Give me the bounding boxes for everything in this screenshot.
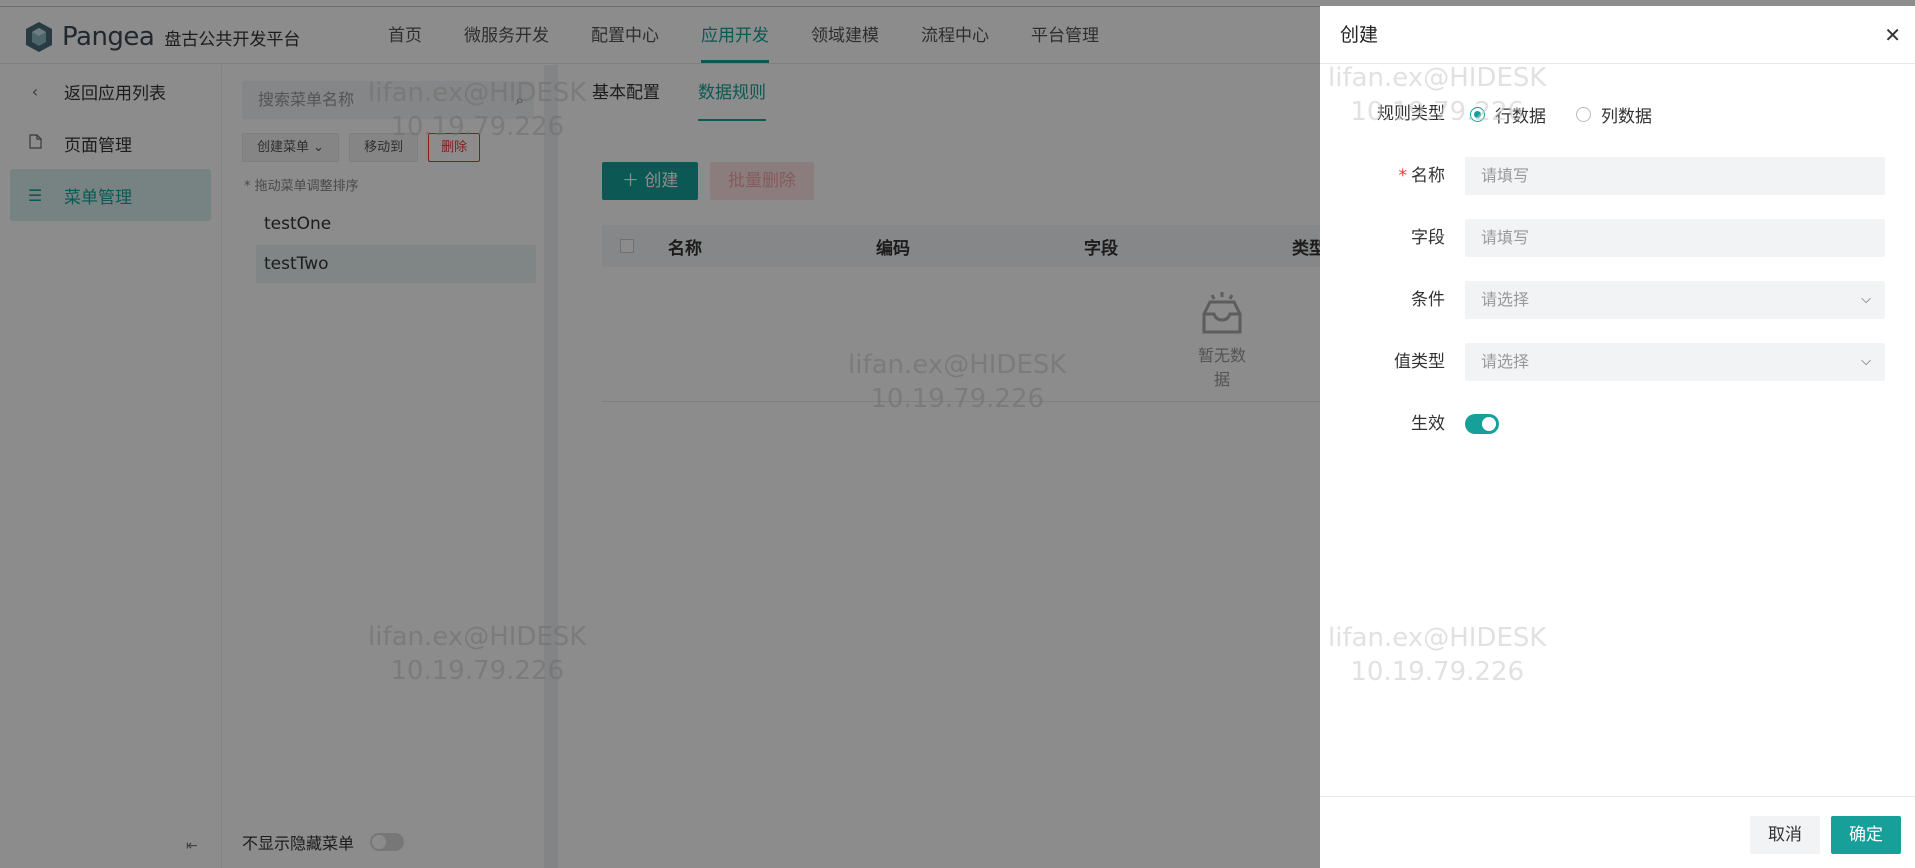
drawer-footer: 取消 确定 bbox=[1320, 796, 1915, 868]
field-input[interactable]: 请填写 bbox=[1465, 219, 1885, 257]
field-label: 字段 bbox=[1411, 228, 1445, 248]
radio-column-data[interactable]: 列数据 bbox=[1576, 102, 1652, 127]
radio-label: 行数据 bbox=[1495, 106, 1546, 127]
name-label-text: 名称 bbox=[1411, 166, 1445, 186]
enabled-switch[interactable] bbox=[1465, 414, 1499, 434]
drawer-title: 创建 bbox=[1340, 24, 1379, 46]
rule-type-radio-group: 行数据 列数据 bbox=[1470, 95, 1682, 133]
value-type-select[interactable]: 请选择 ⌵ bbox=[1465, 343, 1885, 381]
rule-type-label: 规则类型 bbox=[1377, 104, 1445, 124]
chevron-down-icon: ⌵ bbox=[1861, 292, 1871, 307]
condition-placeholder: 请选择 bbox=[1481, 290, 1530, 309]
enabled-row: 生效 bbox=[1320, 405, 1915, 443]
watermark-user: lifan.ex@HIDESK bbox=[1328, 623, 1547, 653]
radio-row-data[interactable]: 行数据 bbox=[1470, 102, 1546, 127]
drawer-header: 创建 ✕ bbox=[1320, 6, 1915, 64]
condition-label: 条件 bbox=[1411, 290, 1445, 310]
condition-row: 条件 请选择 ⌵ bbox=[1320, 281, 1915, 319]
value-type-placeholder: 请选择 bbox=[1481, 352, 1530, 371]
enabled-label: 生效 bbox=[1411, 414, 1445, 434]
name-row: * 名称 请填写 bbox=[1320, 157, 1915, 195]
rule-type-row: 规则类型 行数据 列数据 bbox=[1320, 95, 1915, 133]
name-input[interactable]: 请填写 bbox=[1465, 157, 1885, 195]
radio-checked-icon bbox=[1470, 106, 1485, 122]
watermark-user: lifan.ex@HIDESK bbox=[1328, 63, 1547, 93]
value-type-label: 值类型 bbox=[1394, 352, 1445, 372]
required-marker: * bbox=[1398, 166, 1408, 186]
close-icon[interactable]: ✕ bbox=[1884, 6, 1901, 64]
radio-unchecked-icon bbox=[1576, 106, 1591, 122]
field-row: 字段 请填写 bbox=[1320, 219, 1915, 257]
chevron-down-icon: ⌵ bbox=[1861, 354, 1871, 369]
cancel-button[interactable]: 取消 bbox=[1750, 816, 1820, 854]
confirm-button[interactable]: 确定 bbox=[1831, 816, 1901, 854]
radio-label: 列数据 bbox=[1601, 106, 1652, 127]
condition-select[interactable]: 请选择 ⌵ bbox=[1465, 281, 1885, 319]
watermark-ip: 10.19.79.226 bbox=[1350, 657, 1525, 687]
name-label: * 名称 bbox=[1305, 157, 1446, 195]
create-rule-drawer: 创建 ✕ 规则类型 行数据 列数据 * 名称 请填写 字段 请填写 条件 请选择 … bbox=[1320, 6, 1915, 868]
value-type-row: 值类型 请选择 ⌵ bbox=[1320, 343, 1915, 381]
watermark: lifan.ex@HIDESK 10.19.79.226 bbox=[1328, 621, 1546, 689]
